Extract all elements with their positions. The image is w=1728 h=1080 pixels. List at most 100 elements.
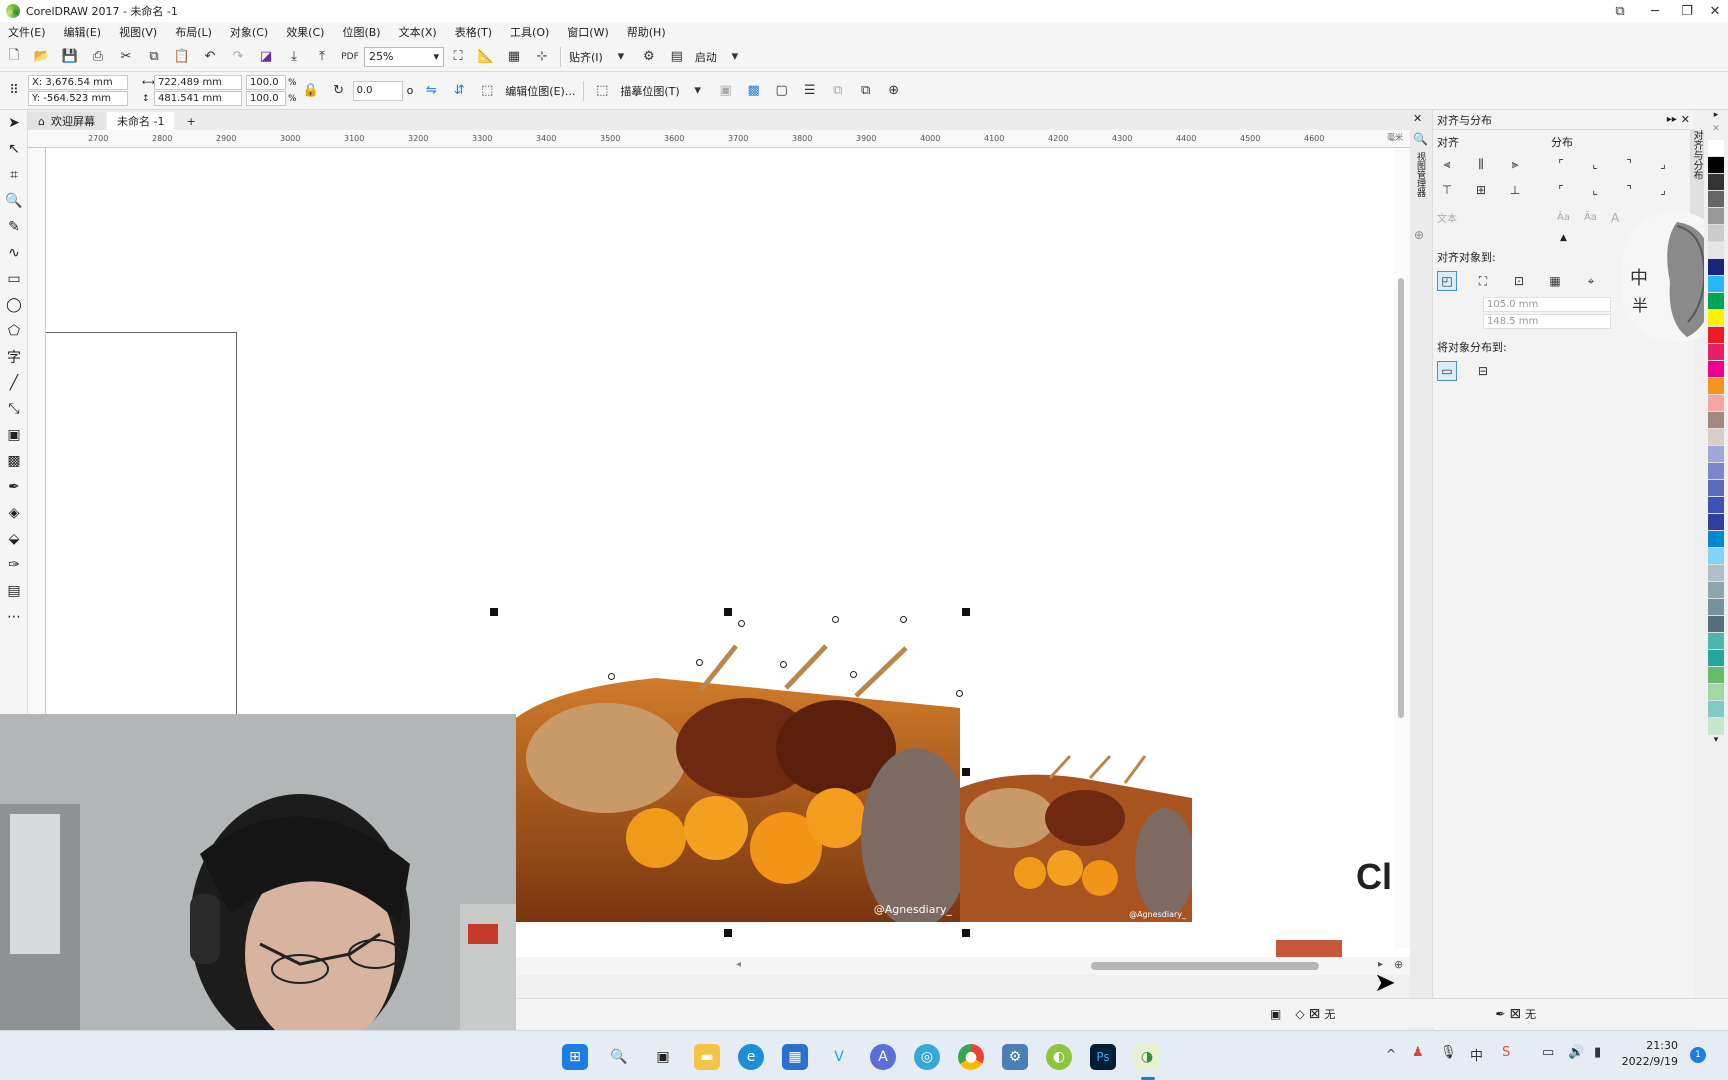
restore-panel-icon[interactable]: ⧉ bbox=[1605, 0, 1635, 22]
scale-y-field[interactable]: 100.0 bbox=[246, 91, 286, 106]
close-docker-icon[interactable]: ✕ bbox=[1413, 112, 1422, 125]
vertical-ruler[interactable] bbox=[28, 148, 46, 714]
distribute-top-icon[interactable]: ⌜ bbox=[1551, 180, 1571, 200]
palette-swatch[interactable] bbox=[1708, 259, 1724, 276]
align-to-grid-icon[interactable]: ▦ bbox=[1545, 271, 1565, 291]
height-field[interactable]: 481.541 mm bbox=[154, 91, 242, 106]
palette-swatch[interactable] bbox=[1708, 344, 1724, 361]
align-to-active-objects-icon[interactable]: ◰ bbox=[1437, 271, 1457, 291]
palette-swatch[interactable] bbox=[1708, 701, 1724, 718]
search-content-icon[interactable]: ◪ bbox=[257, 48, 275, 66]
microphone-icon[interactable]: 🎙 bbox=[1440, 1045, 1457, 1060]
text-tool-icon[interactable]: 字 bbox=[0, 344, 28, 370]
mirror-horizontal-icon[interactable]: ⇋ bbox=[422, 82, 440, 100]
palette-swatch[interactable] bbox=[1708, 497, 1724, 514]
align-center-v-icon[interactable]: ⊞ bbox=[1471, 180, 1491, 200]
selection-handle[interactable] bbox=[962, 608, 970, 616]
palette-swatch[interactable] bbox=[1708, 361, 1724, 378]
menu-edit[interactable]: 编辑(E) bbox=[64, 24, 102, 40]
align-to-point-icon[interactable]: ⌖ bbox=[1581, 271, 1601, 291]
distribute-right-icon[interactable]: ⌝ bbox=[1619, 154, 1639, 174]
align-right-icon[interactable]: ⫸ bbox=[1505, 154, 1525, 174]
palette-swatch[interactable] bbox=[1708, 242, 1724, 259]
rotate-icon[interactable]: ↻ bbox=[330, 82, 348, 100]
edge-browser-icon[interactable]: e bbox=[738, 1044, 764, 1070]
tab-document[interactable]: 未命名 -1 bbox=[106, 112, 175, 130]
align-y-field[interactable]: 148.5 mm bbox=[1483, 314, 1611, 329]
palette-swatch[interactable] bbox=[1708, 327, 1724, 344]
windows-start-icon[interactable]: ⊞ bbox=[562, 1044, 588, 1070]
menu-layout[interactable]: 布局(L) bbox=[175, 24, 212, 40]
width-field[interactable]: 722.489 mm bbox=[154, 75, 242, 90]
crop-tool-icon[interactable]: ⌗ bbox=[0, 162, 28, 188]
shape-tool-icon[interactable]: ↖ bbox=[0, 136, 28, 162]
maximize-button[interactable]: ❐ bbox=[1672, 0, 1702, 22]
new-document-icon[interactable]: 🗋 bbox=[5, 48, 23, 66]
palette-swatch[interactable] bbox=[1708, 667, 1724, 684]
selection-handle[interactable] bbox=[724, 608, 732, 616]
path-node[interactable] bbox=[900, 616, 907, 623]
app-a-icon[interactable]: A bbox=[870, 1044, 896, 1070]
palette-swatch[interactable] bbox=[1708, 531, 1724, 548]
expand-docker-icon[interactable]: ▸▸ bbox=[1667, 114, 1677, 125]
palette-swatch[interactable] bbox=[1708, 157, 1724, 174]
eyedropper-icon[interactable]: ✒ bbox=[0, 474, 28, 500]
save-icon[interactable]: 💾 bbox=[61, 48, 79, 66]
vertical-scrollbar[interactable] bbox=[1394, 148, 1410, 948]
menu-effects[interactable]: 效果(C) bbox=[286, 24, 324, 40]
chrome-icon[interactable]: ● bbox=[958, 1044, 984, 1070]
lock-ratio-icon[interactable]: 🔒 bbox=[302, 82, 320, 100]
trace-bitmap-button[interactable]: 描摹位图(T) bbox=[620, 83, 679, 99]
palette-swatch[interactable] bbox=[1708, 548, 1724, 565]
palette-swatch[interactable] bbox=[1708, 208, 1724, 225]
trace-bitmap-icon[interactable]: ⬚ bbox=[593, 82, 611, 100]
settings-app-icon[interactable]: ⚙ bbox=[1002, 1044, 1028, 1070]
palette-swatch[interactable] bbox=[1708, 191, 1724, 208]
add-tab-button[interactable]: + bbox=[176, 112, 205, 130]
path-node[interactable] bbox=[956, 690, 963, 697]
distribute-spacing-v-icon[interactable]: ⌟ bbox=[1653, 180, 1673, 200]
minimize-button[interactable]: ─ bbox=[1640, 0, 1670, 22]
color-fill-icon[interactable]: ▤ bbox=[0, 578, 28, 604]
text-line-icon[interactable]: Āa bbox=[1584, 212, 1597, 223]
palette-swatch[interactable] bbox=[1708, 582, 1724, 599]
ime-icon[interactable]: 中 bbox=[1470, 1045, 1483, 1064]
menu-table[interactable]: 表格(T) bbox=[455, 24, 492, 40]
more-tools-icon[interactable]: ⋯ bbox=[0, 604, 28, 630]
clock-date[interactable]: 2022/9/19 bbox=[1618, 1055, 1678, 1068]
horizontal-scrollbar[interactable]: ◂ ▸ ⊕ bbox=[516, 957, 1410, 975]
file-explorer-icon[interactable]: ▬ bbox=[694, 1044, 720, 1070]
volume-icon[interactable]: 🔊 bbox=[1568, 1045, 1584, 1060]
network-icon[interactable]: ▭ bbox=[1542, 1045, 1554, 1060]
connector-tool-icon[interactable]: ⤡ bbox=[0, 396, 28, 422]
pick-tool-icon[interactable]: ➤ bbox=[0, 110, 28, 136]
selection-handle[interactable] bbox=[724, 929, 732, 937]
vertical-scroll-thumb[interactable] bbox=[1398, 278, 1404, 718]
distribute-spacing-h-icon[interactable]: ⌟ bbox=[1653, 154, 1673, 174]
interactive-fill-icon[interactable]: ◈ bbox=[0, 500, 28, 526]
coreldraw-taskbar-icon[interactable]: ◐ bbox=[1046, 1044, 1072, 1070]
palette-swatch[interactable] bbox=[1708, 650, 1724, 667]
launch-menu[interactable]: 启动 bbox=[695, 49, 717, 65]
palette-swatch[interactable] bbox=[1708, 514, 1724, 531]
palette-scroll-down-icon[interactable]: ▾ bbox=[1704, 735, 1728, 749]
food-photo-small[interactable]: @Agnesdiary_ bbox=[960, 748, 1192, 922]
menu-window[interactable]: 窗口(W) bbox=[567, 24, 608, 40]
palette-swatch[interactable] bbox=[1708, 599, 1724, 616]
palette-swatch[interactable] bbox=[1708, 480, 1724, 497]
palette-swatch[interactable] bbox=[1708, 293, 1724, 310]
add-docker-icon[interactable]: ⊕ bbox=[1414, 228, 1424, 242]
palette-swatch[interactable] bbox=[1708, 395, 1724, 412]
palette-swatch[interactable] bbox=[1708, 225, 1724, 242]
show-guidelines-icon[interactable]: ⊹ bbox=[533, 48, 551, 66]
distribute-center-h-icon[interactable]: ⌞ bbox=[1585, 154, 1605, 174]
publish-pdf-icon[interactable]: PDF bbox=[341, 48, 359, 66]
menu-object[interactable]: 对象(C) bbox=[230, 24, 268, 40]
tray-overflow-icon[interactable]: ^ bbox=[1386, 1047, 1396, 1061]
distribute-bottom-icon[interactable]: ⌝ bbox=[1619, 180, 1639, 200]
palette-swatch[interactable] bbox=[1708, 616, 1724, 633]
tray-s-icon[interactable]: S bbox=[1502, 1045, 1510, 1060]
dimension-tool-icon[interactable]: ╱ bbox=[0, 370, 28, 396]
text-bbox-icon[interactable]: A bbox=[1611, 211, 1619, 225]
import-icon[interactable]: ⤓ bbox=[285, 48, 303, 66]
